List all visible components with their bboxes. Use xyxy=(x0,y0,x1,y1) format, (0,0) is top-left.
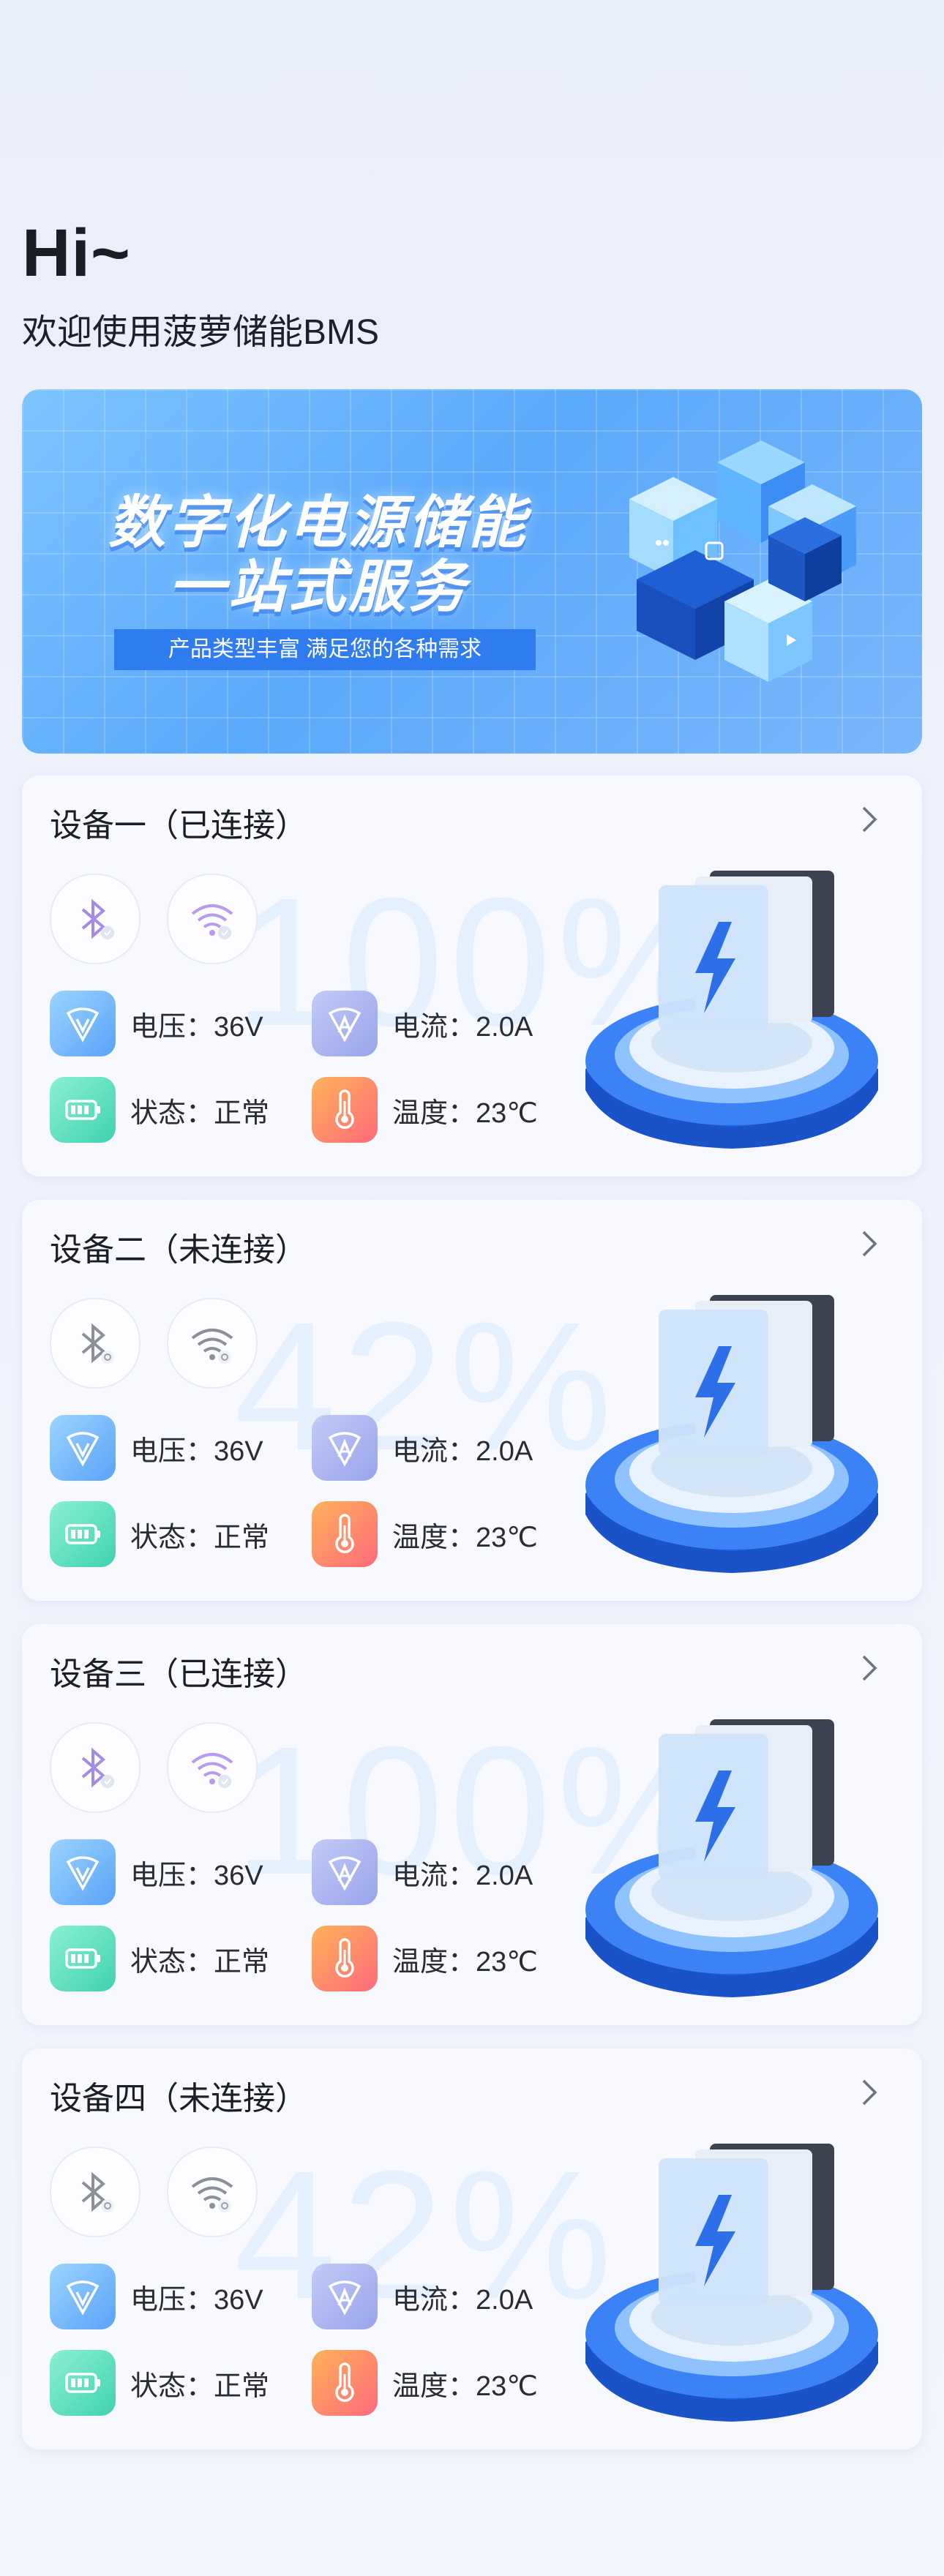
current-label: 电流：2.0A xyxy=(392,1860,533,1891)
bluetooth-button[interactable] xyxy=(50,1298,141,1389)
current-stat: 电流：2.0A xyxy=(312,1839,533,1905)
wifi-button[interactable] xyxy=(167,874,258,964)
banner-tagline: 产品类型丰富 满足您的各种需求 xyxy=(114,629,536,670)
bluetooth-icon xyxy=(81,898,114,939)
thermometer-icon xyxy=(312,1077,378,1143)
temperature-label: 温度：23℃ xyxy=(392,1097,538,1129)
chevron-right-icon[interactable] xyxy=(859,805,880,834)
current-label: 电流：2.0A xyxy=(392,1011,533,1043)
status-label: 状态：正常 xyxy=(130,2370,270,2402)
wifi-icon xyxy=(191,2177,233,2212)
battery-icon xyxy=(50,2350,116,2416)
battery-device-illustration-icon xyxy=(585,1719,878,1997)
voltage-label: 电压：36V xyxy=(130,1011,263,1043)
bluetooth-icon xyxy=(81,1323,114,1364)
chevron-right-icon[interactable] xyxy=(859,1229,880,1258)
thermometer-icon xyxy=(312,1501,378,1567)
chevron-right-icon[interactable] xyxy=(859,2078,880,2107)
device-title: 设备四（未连接） xyxy=(50,2081,307,2117)
voltage-stat: 电压：36V xyxy=(50,991,263,1056)
device-title: 设备二（未连接） xyxy=(50,1232,307,1268)
bluetooth-button[interactable] xyxy=(50,1722,141,1813)
wifi-button[interactable] xyxy=(167,1298,258,1389)
welcome-text: 欢迎使用菠萝储能BMS xyxy=(22,313,380,352)
status-label: 状态：正常 xyxy=(130,1097,270,1129)
temperature-stat: 温度：23℃ xyxy=(312,1077,538,1143)
temperature-label: 温度：23℃ xyxy=(392,1522,538,1553)
bluetooth-icon xyxy=(81,2171,114,2212)
wifi-icon xyxy=(191,1753,233,1788)
status-stat: 状态：正常 xyxy=(50,2350,269,2416)
bluetooth-button[interactable] xyxy=(50,874,141,964)
current-icon xyxy=(312,2264,378,2329)
status-label: 状态：正常 xyxy=(130,1522,270,1553)
wifi-button[interactable] xyxy=(167,1722,258,1813)
temperature-stat: 温度：23℃ xyxy=(312,1501,538,1567)
wifi-button[interactable] xyxy=(167,2147,258,2237)
device-title: 设备一（已连接） xyxy=(50,808,307,844)
battery-icon xyxy=(50,1077,116,1143)
wifi-icon xyxy=(191,1329,233,1364)
current-stat: 电流：2.0A xyxy=(312,991,533,1056)
temperature-label: 温度：23℃ xyxy=(392,2370,538,2402)
battery-icon xyxy=(50,1926,116,1991)
device-card[interactable]: 100% 设备三（已连接） 电压：36V 电流：2.0A 状态：正常 温度：23… xyxy=(22,1624,922,2025)
greeting: Hi~ 欢迎使用菠萝储能BMS xyxy=(22,219,379,354)
bluetooth-icon xyxy=(81,1747,114,1788)
temperature-stat: 温度：23℃ xyxy=(312,1926,538,1991)
thermometer-icon xyxy=(312,2350,378,2416)
device-card[interactable]: 42% 设备二（未连接） 电压：36V 电流：2.0A 状态：正常 温度：23℃ xyxy=(22,1200,922,1601)
current-stat: 电流：2.0A xyxy=(312,2264,533,2329)
promo-banner[interactable]: 数字化电源储能 一站式服务 产品类型丰富 满足您的各种需求 xyxy=(22,389,922,754)
status-label: 状态：正常 xyxy=(130,1946,270,1978)
battery-icon xyxy=(50,1501,116,1567)
current-icon xyxy=(312,1839,378,1905)
voltage-stat: 电压：36V xyxy=(50,2264,263,2329)
temperature-stat: 温度：23℃ xyxy=(312,2350,538,2416)
temperature-label: 温度：23℃ xyxy=(392,1946,538,1978)
battery-device-illustration-icon xyxy=(585,871,878,1149)
status-stat: 状态：正常 xyxy=(50,1077,269,1143)
cube-illustration-icon xyxy=(629,440,856,682)
voltage-icon xyxy=(50,2264,116,2329)
device-card[interactable]: 100% 设备一（已连接） 电压：36V 电流：2.0A 状态：正常 温度：23… xyxy=(22,776,922,1176)
voltage-icon xyxy=(50,1415,116,1481)
current-icon xyxy=(312,991,378,1056)
bluetooth-button[interactable] xyxy=(50,2147,141,2237)
thermometer-icon xyxy=(312,1926,378,1991)
device-title: 设备三（已连接） xyxy=(50,1656,307,1692)
chevron-right-icon[interactable] xyxy=(859,1653,880,1683)
wifi-icon xyxy=(191,904,233,939)
current-icon xyxy=(312,1415,378,1481)
greeting-hi: Hi~ xyxy=(22,216,131,290)
voltage-icon xyxy=(50,1839,116,1905)
voltage-icon xyxy=(50,991,116,1056)
status-stat: 状态：正常 xyxy=(50,1926,269,1991)
current-stat: 电流：2.0A xyxy=(312,1415,533,1481)
current-label: 电流：2.0A xyxy=(392,1435,533,1467)
voltage-label: 电压：36V xyxy=(130,1860,263,1891)
banner-headline-2: 一站式服务 xyxy=(168,555,469,619)
status-stat: 状态：正常 xyxy=(50,1501,269,1567)
current-label: 电流：2.0A xyxy=(392,2284,533,2316)
battery-device-illustration-icon xyxy=(585,2144,878,2422)
voltage-label: 电压：36V xyxy=(130,1435,263,1467)
voltage-label: 电压：36V xyxy=(130,2284,263,2316)
device-card[interactable]: 42% 设备四（未连接） 电压：36V 电流：2.0A 状态：正常 温度：23℃ xyxy=(22,2049,922,2449)
voltage-stat: 电压：36V xyxy=(50,1415,263,1481)
battery-device-illustration-icon xyxy=(585,1295,878,1573)
voltage-stat: 电压：36V xyxy=(50,1839,263,1905)
